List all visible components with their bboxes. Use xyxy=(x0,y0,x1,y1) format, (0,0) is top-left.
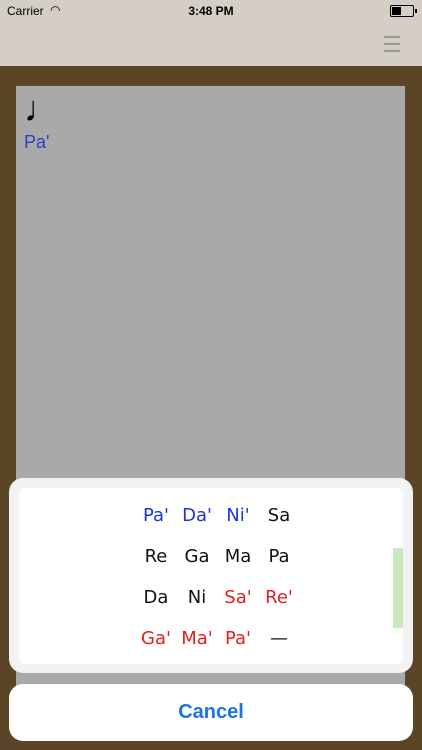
note-option[interactable]: Ma' xyxy=(177,627,217,651)
note-option[interactable]: — xyxy=(259,627,299,651)
note-option[interactable]: Ga xyxy=(177,545,217,569)
picker-edge-highlight xyxy=(393,548,403,628)
battery-icon xyxy=(390,5,417,17)
note-picker-grid: Pa' Da' Ni' Sa Re Ga Ma Pa Da Ni Sa' Re' Ga' Ma' Pa' — xyxy=(136,504,299,651)
quarter-note-icon: ♩ xyxy=(24,88,60,129)
note-option[interactable]: Ni' xyxy=(218,504,258,528)
note-option[interactable]: Ga' xyxy=(136,627,176,651)
note-option[interactable]: Pa xyxy=(259,545,299,569)
note-option[interactable]: Sa' xyxy=(218,586,258,610)
note-picker-panel: Pa' Da' Ni' Sa Re Ga Ma Pa Da Ni Sa' Re' Ga' Ma' Pa' — xyxy=(19,488,403,664)
status-bar: Carrier ◠ 3:48 PM xyxy=(0,0,422,22)
note-option[interactable]: Re xyxy=(136,545,176,569)
note-option[interactable]: Da xyxy=(136,586,176,610)
navigation-bar: ☰ xyxy=(0,22,422,66)
note-option[interactable]: Ni xyxy=(177,586,217,610)
note-option[interactable]: Pa' xyxy=(136,504,176,528)
hamburger-menu-icon[interactable]: ☰ xyxy=(382,32,402,58)
note-option[interactable]: Sa xyxy=(259,504,299,528)
note-option[interactable]: Da' xyxy=(177,504,217,528)
note-label: Pa' xyxy=(24,132,50,152)
note-option[interactable]: Ma xyxy=(218,545,258,569)
cancel-button[interactable]: Cancel xyxy=(9,684,413,741)
status-time: 3:48 PM xyxy=(188,4,234,18)
note-option[interactable]: Pa' xyxy=(218,627,258,651)
note-picker-sheet: Pa' Da' Ni' Sa Re Ga Ma Pa Da Ni Sa' Re' Ga' Ma' Pa' — xyxy=(9,478,413,673)
note-option[interactable]: Re' xyxy=(259,586,299,610)
